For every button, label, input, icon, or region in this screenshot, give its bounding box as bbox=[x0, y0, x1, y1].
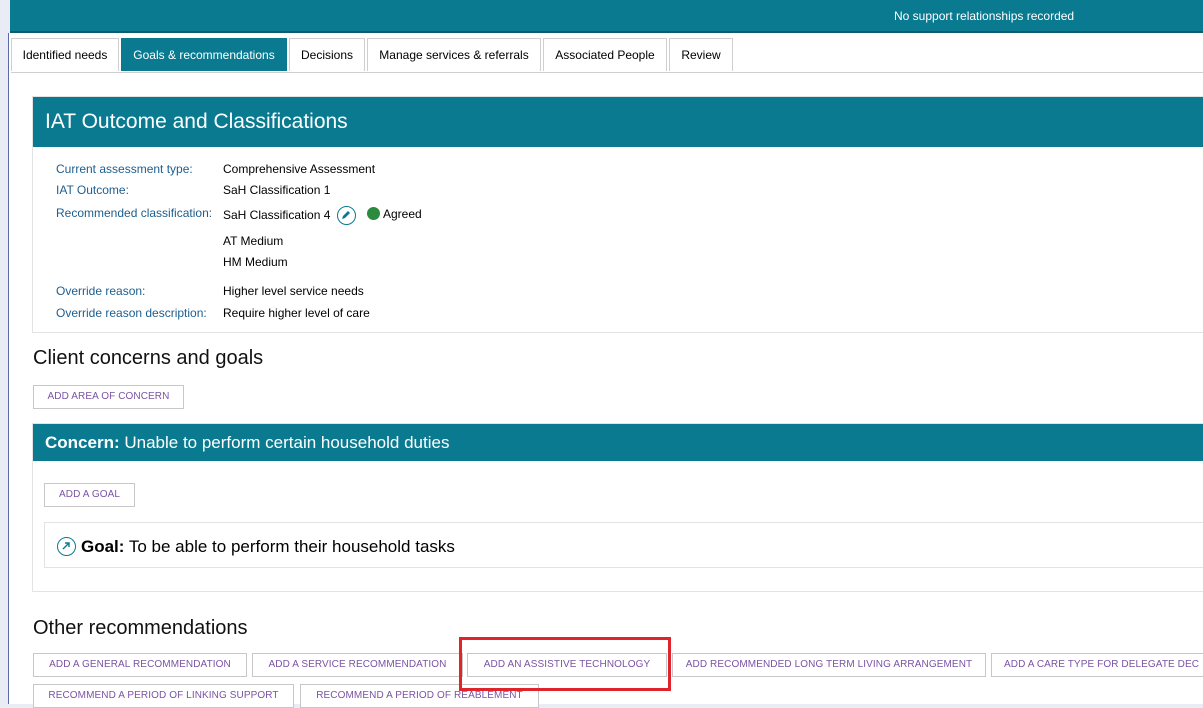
tab-associated-people[interactable]: Associated People bbox=[543, 38, 667, 71]
tab-bar: Identified needs Goals & recommendations… bbox=[11, 38, 1203, 73]
override-reason-label: Override reason: bbox=[56, 284, 146, 298]
assessment-type-value: Comprehensive Assessment bbox=[223, 162, 376, 176]
override-description-value: Require higher level of care bbox=[223, 306, 370, 320]
iat-outcome-title: IAT Outcome and Classifications bbox=[33, 97, 1203, 147]
support-relationships-notice: No support relationships recorded bbox=[894, 9, 1075, 23]
add-long-term-living-arrangement-button[interactable]: ADD RECOMMENDED LONG TERM LIVING ARRANGE… bbox=[672, 653, 986, 677]
main-panel: Identified needs Goals & recommendations… bbox=[8, 33, 1203, 708]
concern-section: Concern: Unable to perform certain house… bbox=[32, 423, 1203, 592]
concern-text: Unable to perform certain household duti… bbox=[124, 433, 450, 452]
add-goal-button[interactable]: ADD A GOAL bbox=[44, 483, 135, 507]
add-assistive-technology-button[interactable]: ADD AN ASSISTIVE TECHNOLOGY bbox=[467, 653, 667, 677]
header-band: No support relationships recorded bbox=[10, 0, 1203, 33]
agreed-status-text: Agreed bbox=[383, 207, 422, 221]
iat-outcome-label: IAT Outcome: bbox=[56, 183, 129, 197]
goal-item: Goal: To be able to perform their househ… bbox=[44, 522, 1203, 568]
recommended-classification-value: SaH Classification 4 bbox=[223, 208, 331, 222]
add-general-recommendation-button[interactable]: ADD A GENERAL RECOMMENDATION bbox=[33, 653, 247, 677]
override-reason-value: Higher level service needs bbox=[223, 284, 364, 298]
goal-line: Goal: To be able to perform their househ… bbox=[81, 537, 455, 557]
add-service-recommendation-button[interactable]: ADD A SERVICE RECOMMENDATION bbox=[252, 653, 463, 677]
goal-expand-icon[interactable] bbox=[57, 537, 76, 556]
edit-pencil-icon[interactable] bbox=[337, 206, 356, 225]
tab-goals-recommendations[interactable]: Goals & recommendations bbox=[121, 38, 287, 71]
hm-level-value: HM Medium bbox=[223, 255, 288, 269]
recommend-linking-support-button[interactable]: RECOMMEND A PERIOD OF LINKING SUPPORT bbox=[33, 684, 294, 708]
assessment-type-label: Current assessment type: bbox=[56, 162, 193, 176]
iat-outcome-section: IAT Outcome and Classifications Current … bbox=[32, 96, 1203, 333]
recommended-classification-label: Recommended classification: bbox=[56, 206, 213, 220]
iat-outcome-value: SaH Classification 1 bbox=[223, 183, 331, 197]
add-area-of-concern-button[interactable]: ADD AREA OF CONCERN bbox=[33, 385, 184, 409]
concern-title: Concern: Unable to perform certain house… bbox=[33, 424, 1203, 461]
tab-identified-needs[interactable]: Identified needs bbox=[11, 38, 119, 71]
at-level-value: AT Medium bbox=[223, 234, 284, 248]
override-description-label: Override reason description: bbox=[56, 306, 207, 320]
add-care-type-delegate-button[interactable]: ADD A CARE TYPE FOR DELEGATE DEC bbox=[991, 653, 1203, 677]
tab-review[interactable]: Review bbox=[669, 38, 733, 71]
tab-decisions[interactable]: Decisions bbox=[289, 38, 365, 71]
goal-text: To be able to perform their household ta… bbox=[128, 537, 455, 556]
concern-prefix: Concern: bbox=[45, 433, 120, 452]
goal-prefix: Goal: bbox=[81, 537, 125, 556]
agreed-status-dot-icon bbox=[367, 207, 380, 220]
other-recommendations-heading: Other recommendations bbox=[33, 617, 248, 639]
recommend-reablement-button[interactable]: RECOMMEND A PERIOD OF REABLEMENT bbox=[300, 684, 539, 708]
client-concerns-heading: Client concerns and goals bbox=[33, 347, 264, 369]
tab-manage-services-referrals[interactable]: Manage services & referrals bbox=[367, 38, 541, 71]
